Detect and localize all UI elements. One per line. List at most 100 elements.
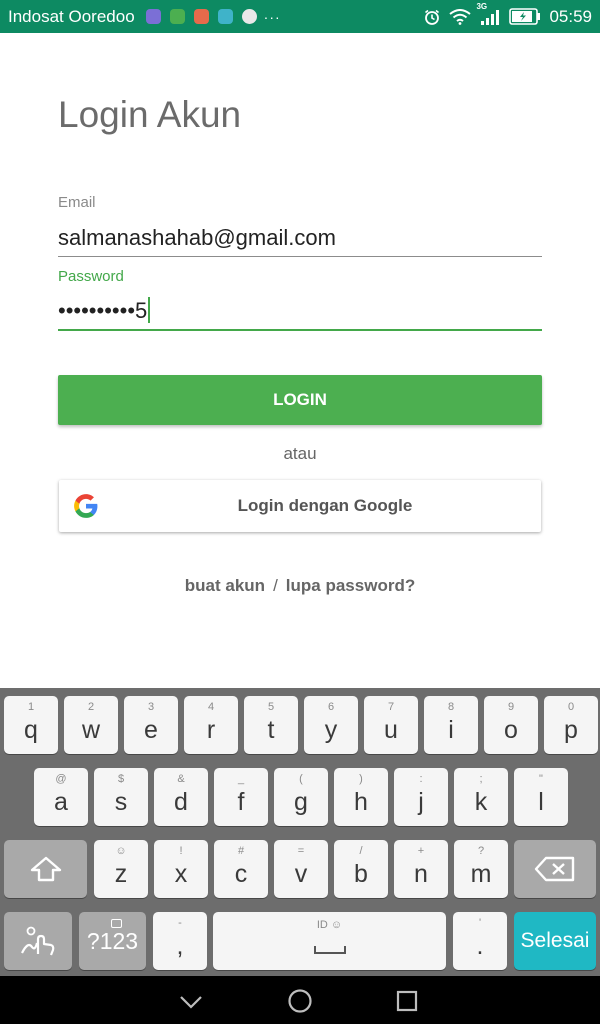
key-h[interactable]: ) h [334, 768, 388, 826]
key-hint: 6 [327, 701, 335, 713]
key-label: d [174, 788, 188, 816]
home-button[interactable] [287, 988, 313, 1014]
key-label: n [414, 860, 428, 888]
key-g[interactable]: (g [274, 768, 328, 826]
recents-button[interactable] [394, 988, 420, 1014]
key-i[interactable]: 8i [424, 696, 478, 754]
key-d[interactable]: & d [154, 768, 208, 826]
key-label: t [267, 716, 275, 744]
signal-icon: 3G [476, 2, 501, 26]
key-hint: 9 [507, 701, 515, 713]
key-w[interactable]: 2w [64, 696, 118, 754]
notification-icons [145, 9, 257, 24]
space-key[interactable]: ID ☺ [213, 912, 446, 970]
wifi-icon [449, 8, 472, 25]
key-e[interactable]: 3e [124, 696, 178, 754]
emoji-hint-icon [111, 919, 122, 928]
key-l[interactable]: " l [514, 768, 568, 826]
carrier-name: Indosat Ooredoo [8, 6, 135, 26]
password-field[interactable]: ••••••••••5 [58, 297, 542, 331]
key-hint: _ [237, 773, 245, 785]
key-label: z [114, 860, 128, 888]
comma-key[interactable]: - , [153, 912, 207, 970]
navigation-bar [0, 976, 600, 1024]
google-login-button[interactable]: Login dengan Google [59, 480, 541, 532]
alarm-icon [423, 8, 441, 26]
key-hint: 4 [207, 701, 215, 713]
key-q[interactable]: 1q [4, 696, 58, 754]
status-right: 3G 05:59 [423, 2, 592, 27]
key-n[interactable]: + n [394, 840, 448, 898]
key-p[interactable]: 0p [544, 696, 598, 754]
key-m[interactable]: ? m [454, 840, 508, 898]
email-field[interactable]: salmanashahab@gmail.com [58, 225, 542, 257]
back-button[interactable] [178, 988, 204, 1014]
google-icon [73, 493, 99, 519]
key-hint: # [237, 845, 245, 857]
key-label: f [237, 788, 245, 816]
key-t[interactable]: 5t [244, 696, 298, 754]
key-hint: : [419, 773, 423, 785]
key-hint: 8 [447, 701, 455, 713]
key-hint: ? [477, 845, 485, 857]
square-recents-icon [396, 990, 418, 1012]
key-a[interactable]: @ a [34, 768, 88, 826]
notification-app-icon [169, 9, 185, 24]
key-hint: ; [479, 773, 483, 785]
key-hint: @ [55, 773, 67, 785]
key-x[interactable]: ! x [154, 840, 208, 898]
page-title: Login Akun [58, 94, 242, 135]
key-y[interactable]: 6y [304, 696, 358, 754]
login-button[interactable]: LOGIN [58, 375, 542, 425]
password-last-char: 5 [135, 298, 148, 323]
key-hint: 5 [267, 701, 275, 713]
forgot-password-link[interactable]: lupa password? [286, 576, 415, 596]
period-key[interactable]: ' . [453, 912, 507, 970]
key-hint: ) [359, 773, 363, 785]
create-account-link[interactable]: buat akun [185, 576, 265, 596]
done-key-label: Selesai [520, 929, 590, 952]
key-label: m [470, 860, 492, 888]
key-f[interactable]: _ f [214, 768, 268, 826]
key-j[interactable]: :j [394, 768, 448, 826]
key-label: p [564, 716, 578, 744]
shift-key[interactable] [4, 840, 87, 898]
period-key-label: . [476, 932, 484, 960]
comma-key-label: , [176, 932, 184, 960]
key-hint: ( [299, 773, 303, 785]
shift-icon [4, 840, 87, 898]
key-c[interactable]: # c [214, 840, 268, 898]
text-cursor [148, 297, 151, 323]
key-k[interactable]: ; k [454, 768, 508, 826]
key-label: o [504, 716, 518, 744]
key-r[interactable]: 4r [184, 696, 238, 754]
key-b[interactable]: / b [334, 840, 388, 898]
key-label: y [324, 716, 338, 744]
key-v[interactable]: = v [274, 840, 328, 898]
done-key[interactable]: Selesai [514, 912, 596, 970]
key-hint: / [359, 845, 363, 857]
swipe-typing-key[interactable] [4, 912, 72, 970]
backspace-key[interactable] [514, 840, 596, 898]
key-label: b [354, 860, 368, 888]
key-label: i [448, 716, 454, 744]
key-hint: ! [179, 845, 183, 857]
key-s[interactable]: $ s [94, 768, 148, 826]
key-u[interactable]: 7u [364, 696, 418, 754]
key-label: e [144, 716, 158, 744]
key-o[interactable]: 9o [484, 696, 538, 754]
google-login-label: Login dengan Google [237, 496, 413, 515]
key-hint: & [177, 773, 185, 785]
key-label: u [384, 716, 398, 744]
key-label: r [206, 716, 216, 744]
battery-icon [509, 8, 541, 25]
key-hint: = [297, 845, 305, 857]
key-z[interactable]: ☺ z [94, 840, 148, 898]
key-hint: 0 [567, 701, 575, 713]
key-hint: + [417, 845, 425, 857]
key-hint: $ [117, 773, 125, 785]
key-label: h [354, 788, 368, 816]
key-label: q [24, 716, 38, 744]
symbols-key[interactable]: ?123 [79, 912, 146, 970]
period-hint: ' [478, 917, 482, 929]
